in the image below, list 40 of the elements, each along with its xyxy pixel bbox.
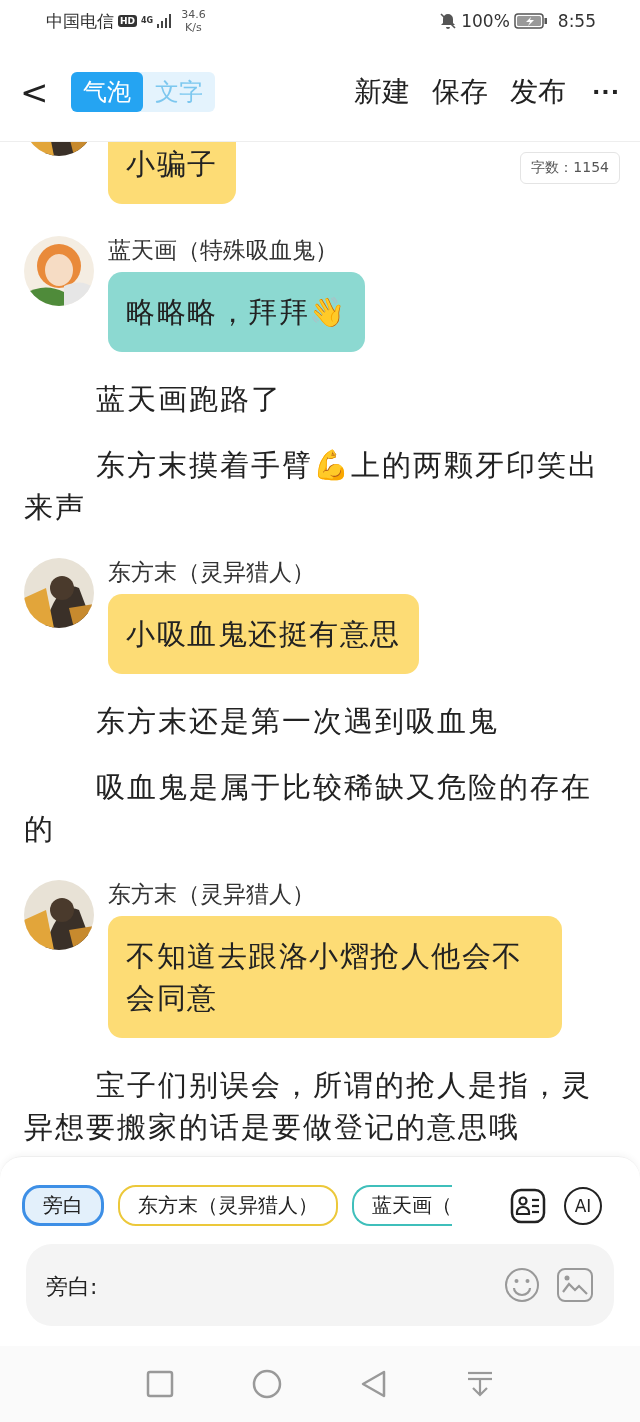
carrier-name: 中国电信 [46,9,114,33]
recents-button[interactable] [146,1370,174,1398]
battery-icon [513,12,548,30]
speed-unit: K/s [185,21,202,35]
message-bubble: 小骗子 [108,142,236,204]
muted-bell-icon [439,12,458,30]
role-chip[interactable]: 旁白 [22,1185,104,1226]
word-count-badge: 字数：1154 [520,152,620,184]
hd-badge: HD [118,15,137,27]
speaker-name: 东方末（灵异猎人） [108,558,315,586]
back-button[interactable]: < [20,71,63,112]
signal-icon [157,13,174,29]
speaker-name: 蓝天画（特殊吸血鬼） [108,236,338,264]
input-label: 旁白: [46,1273,99,1301]
narration-text: 东方末还是第一次遇到吸血鬼 [95,703,500,740]
message-input-field[interactable]: 旁白: [26,1244,614,1326]
message-bubble: 不知道去跟洛小熠抢人他会不会同意 [108,916,562,1038]
back-nav-button[interactable] [360,1369,388,1399]
network-speed: 34.6 [181,7,206,21]
battery-percent: 100% [461,11,510,31]
clock-time: 8:55 [557,11,596,31]
narration-text: 宝子们别误会，所谓的抢人是指，灵异想要搬家的话是要做登记的意思哦 [24,1067,593,1146]
smiley-icon[interactable] [504,1267,540,1303]
home-button[interactable] [252,1369,282,1399]
collapse-button[interactable] [466,1370,494,1398]
header-action-button[interactable]: 新建 [353,72,410,111]
role-chip[interactable]: 东方末（灵异猎人） [118,1185,338,1226]
network-type: 4G [141,17,154,25]
more-button[interactable]: ··· [591,79,620,104]
header-action-button[interactable]: 保存 [431,72,488,111]
narration-text: 东方末摸着手臂💪上的两颗牙印笑出来声 [24,447,600,526]
ai-button[interactable]: AI [564,1186,602,1225]
role-chip[interactable]: 蓝天画（ [352,1185,452,1226]
narration-text: 吸血鬼是属于比较稀缺又危险的存在的 [24,769,593,848]
image-icon[interactable] [556,1267,594,1303]
speaker-name: 东方末（灵异猎人） [108,880,315,908]
header-action-button[interactable]: 发布 [509,72,566,111]
message-bubble: 略略略，拜拜👋 [108,272,365,352]
narration-text: 蓝天画跑路了 [95,381,283,418]
message-bubble: 小吸血鬼还挺有意思 [108,594,419,674]
